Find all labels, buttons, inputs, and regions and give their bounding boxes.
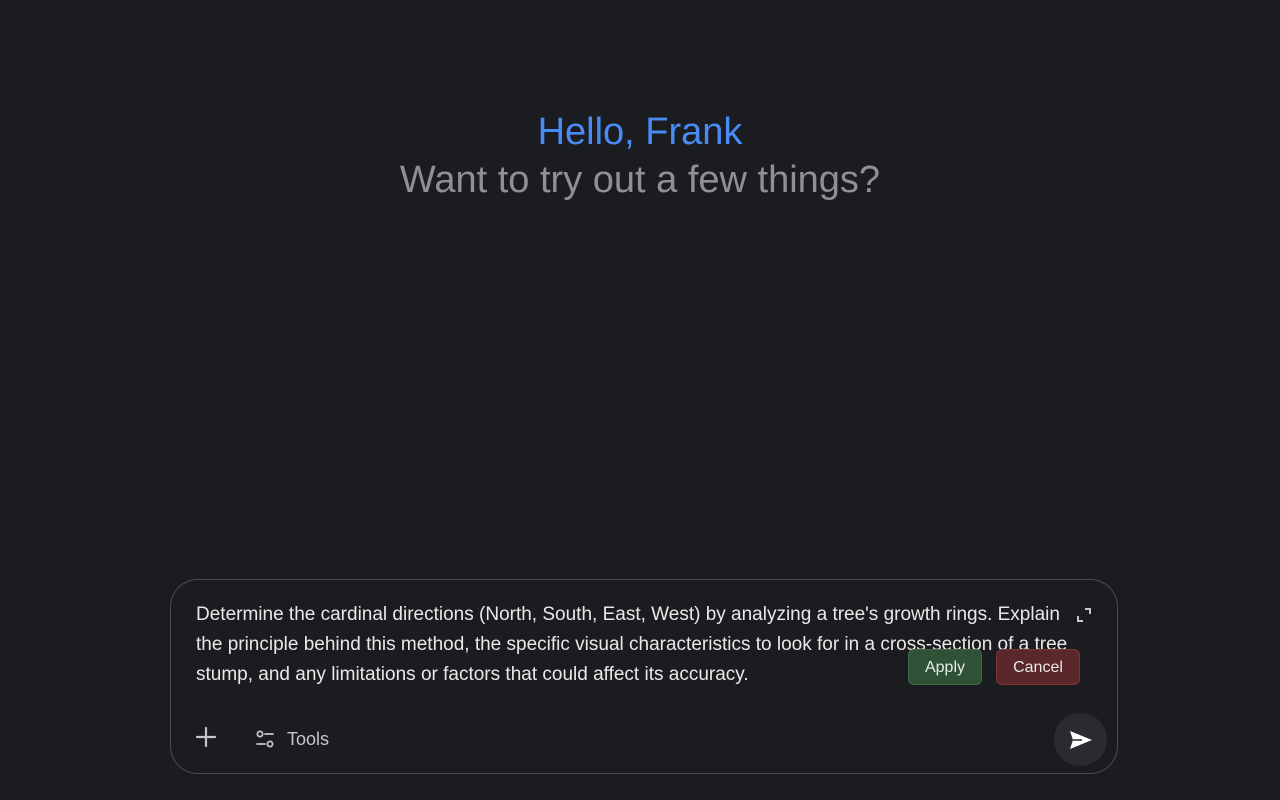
- greeting: Hello, Frank Want to try out a few thing…: [0, 108, 1280, 204]
- greeting-hello: Hello, Frank: [537, 111, 743, 153]
- tools-button[interactable]: Tools: [253, 724, 329, 754]
- plus-icon: [191, 722, 221, 752]
- greeting-subtitle: Want to try out a few things?: [399, 159, 881, 201]
- app-page: Hello, Frank Want to try out a few thing…: [0, 0, 1280, 800]
- send-icon: [1068, 729, 1094, 751]
- expand-button[interactable]: [1075, 606, 1093, 624]
- expand-icon: [1075, 606, 1093, 624]
- prompt-composer: Determine the cardinal directions (North…: [170, 579, 1118, 774]
- tools-sliders-icon: [253, 727, 277, 751]
- send-button[interactable]: [1054, 713, 1107, 766]
- tools-label: Tools: [287, 728, 330, 749]
- add-button[interactable]: [191, 722, 221, 752]
- cancel-button[interactable]: Cancel: [996, 649, 1080, 685]
- apply-button[interactable]: Apply: [908, 649, 982, 685]
